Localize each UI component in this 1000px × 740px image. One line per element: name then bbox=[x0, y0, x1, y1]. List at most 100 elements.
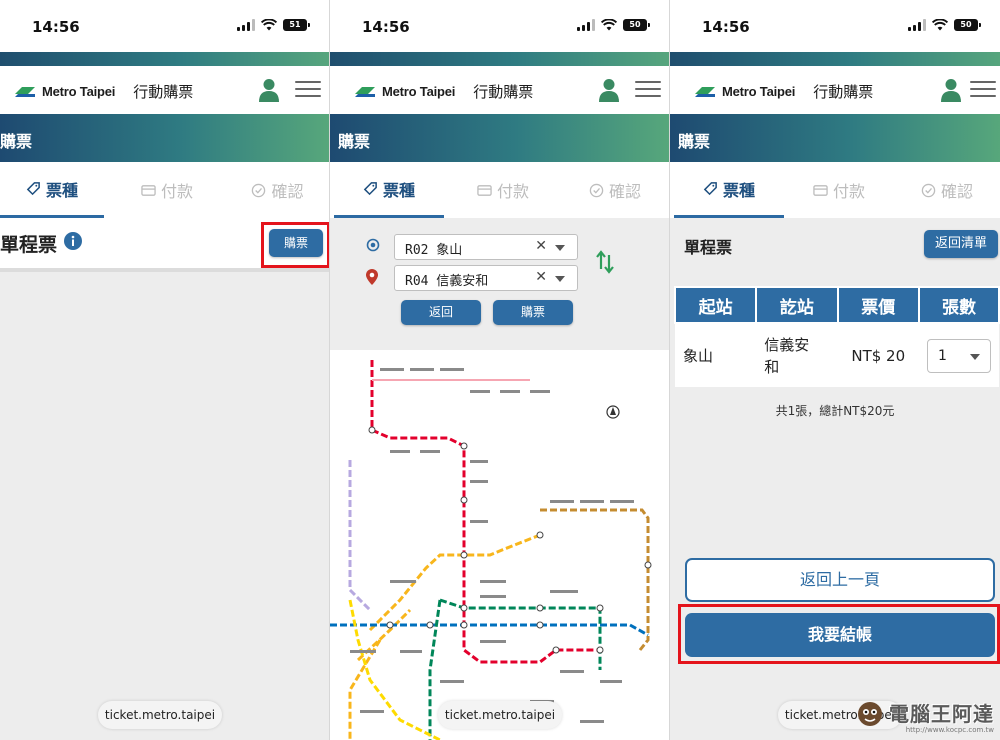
status-time: 14:56 bbox=[32, 18, 80, 36]
tab-payment-label: 付款 bbox=[832, 182, 865, 201]
tab-payment[interactable]: 付款 bbox=[448, 162, 558, 218]
chevron-down-icon[interactable] bbox=[969, 353, 980, 360]
accent-bar bbox=[330, 52, 669, 66]
hamburger-menu-icon[interactable] bbox=[295, 81, 321, 99]
watermark-url: http://www.kocpc.com.tw bbox=[905, 726, 994, 734]
metro-logo[interactable]: Metro Taipei 行動購票 bbox=[354, 81, 533, 102]
hamburger-menu-icon[interactable] bbox=[635, 81, 661, 99]
buy-button[interactable]: 購票 bbox=[493, 300, 573, 325]
origin-station-select[interactable]: R02 象山 ✕ bbox=[394, 234, 578, 260]
origin-station-value: R02 象山 bbox=[405, 243, 463, 258]
user-icon[interactable] bbox=[258, 78, 280, 102]
status-icons: 51 bbox=[237, 19, 310, 31]
accent-bar bbox=[670, 52, 1000, 66]
highlight-box bbox=[678, 604, 1000, 664]
metro-route-map[interactable] bbox=[330, 350, 669, 740]
tab-confirm-label: 確認 bbox=[940, 182, 973, 201]
metro-network-diagram bbox=[330, 360, 652, 740]
battery-icon: 50 bbox=[623, 19, 650, 31]
tab-ticket-type[interactable]: 票種 bbox=[334, 162, 444, 218]
metro-logo[interactable]: Metro Taipei 行動購票 bbox=[14, 81, 193, 102]
page-title: 購票 bbox=[678, 132, 711, 151]
app-name: 行動購票 bbox=[133, 83, 194, 101]
chevron-down-icon[interactable] bbox=[555, 245, 565, 251]
clear-origin-icon[interactable]: ✕ bbox=[535, 238, 547, 254]
divider bbox=[0, 268, 329, 272]
back-button[interactable]: 返回 bbox=[401, 300, 481, 325]
check-circle-icon bbox=[921, 183, 936, 197]
signal-icon bbox=[908, 19, 926, 31]
status-bar: 14:56 51 bbox=[0, 0, 329, 52]
origin-location-icon bbox=[366, 238, 380, 252]
tab-ticket-type[interactable]: 票種 bbox=[674, 162, 784, 218]
phone-screen-station-select: 14:56 50 Metro Taipei 行動購票 購票 票種 付款 確認 R… bbox=[330, 0, 670, 740]
navbar: Metro Taipei 行動購票 bbox=[670, 66, 1000, 114]
prev-page-button[interactable]: 返回上一頁 bbox=[685, 558, 995, 602]
phone-screen-ticket-confirm: 14:56 50 Metro Taipei 行動購票 購票 票種 付款 確認 單… bbox=[670, 0, 1000, 740]
page-title-band: 購票 bbox=[330, 114, 669, 162]
status-icons: 50 bbox=[577, 19, 650, 31]
tab-confirm[interactable]: 確認 bbox=[894, 162, 1000, 218]
battery-icon: 50 bbox=[954, 19, 981, 31]
logo-text: Metro Taipei bbox=[42, 84, 116, 99]
col-price: 票價 bbox=[836, 286, 920, 324]
screenshot-composite: 14:56 51 Metro Taipei 行動購票 購票 票種 付款 確認 單… bbox=[0, 0, 1000, 740]
wifi-icon bbox=[601, 19, 617, 31]
logo-text: Metro Taipei bbox=[382, 84, 456, 99]
cell-price: NT$ 20 bbox=[837, 323, 919, 387]
chevron-down-icon[interactable] bbox=[555, 276, 565, 282]
return-list-button[interactable]: 返回清單 bbox=[924, 230, 998, 258]
credit-card-icon bbox=[477, 184, 492, 196]
destination-station-value: R04 信義安和 bbox=[405, 274, 489, 289]
info-icon[interactable] bbox=[64, 232, 82, 250]
metro-logo[interactable]: Metro Taipei 行動購票 bbox=[694, 81, 873, 102]
user-icon[interactable] bbox=[598, 78, 620, 102]
accent-bar bbox=[0, 52, 329, 66]
logo-text: Metro Taipei bbox=[722, 84, 796, 99]
check-circle-icon bbox=[252, 183, 266, 197]
url-bar[interactable]: ticket.metro.taipei bbox=[98, 701, 222, 729]
destination-station-select[interactable]: R04 信義安和 ✕ bbox=[394, 265, 578, 291]
tab-ticket-type-label: 票種 bbox=[722, 180, 755, 200]
url-bar[interactable]: ticket.metro.taipei bbox=[438, 701, 562, 729]
hamburger-menu-icon[interactable] bbox=[970, 81, 996, 99]
ticket-label: 單程票 bbox=[0, 234, 58, 256]
signal-icon bbox=[577, 19, 595, 31]
destination-pin-icon bbox=[366, 269, 378, 285]
tab-confirm[interactable]: 確認 bbox=[560, 162, 669, 218]
ticket-label: 單程票 bbox=[684, 238, 733, 257]
cell-to: 信義安和 bbox=[756, 323, 838, 387]
tab-ticket-type[interactable]: 票種 bbox=[0, 162, 104, 218]
mascot-icon bbox=[858, 701, 882, 726]
quantity-value: 1 bbox=[937, 347, 947, 364]
clear-destination-icon[interactable]: ✕ bbox=[535, 269, 547, 285]
app-name: 行動購票 bbox=[813, 83, 874, 101]
step-tabs: 票種 付款 確認 bbox=[670, 162, 1000, 218]
credit-card-icon bbox=[813, 184, 828, 196]
tag-icon bbox=[26, 182, 40, 196]
status-icons: 50 bbox=[908, 19, 981, 31]
metro-logo-icon bbox=[695, 86, 715, 97]
content-area bbox=[0, 218, 329, 740]
cell-from: 象山 bbox=[675, 323, 757, 387]
col-from: 起站 bbox=[673, 286, 758, 324]
tab-confirm[interactable]: 確認 bbox=[225, 162, 329, 218]
highlight-box bbox=[261, 222, 329, 268]
tab-payment-label: 付款 bbox=[496, 182, 529, 201]
step-tabs: 票種 付款 確認 bbox=[330, 162, 669, 218]
navbar: Metro Taipei 行動購票 bbox=[0, 66, 329, 114]
battery-icon: 51 bbox=[283, 19, 310, 31]
table-row: 象山 信義安和 NT$ 20 1 bbox=[675, 323, 999, 387]
tab-payment[interactable]: 付款 bbox=[784, 162, 894, 218]
step-tabs: 票種 付款 確認 bbox=[0, 162, 329, 218]
tag-icon bbox=[363, 182, 377, 196]
page-title: 購票 bbox=[338, 132, 371, 151]
user-icon[interactable] bbox=[940, 78, 962, 102]
ticket-row-single: 單程票 購票 bbox=[0, 218, 329, 268]
tab-payment[interactable]: 付款 bbox=[112, 162, 222, 218]
ticket-table: 起站 訖站 票價 張數 象山 信義安和 NT$ 20 1 bbox=[673, 286, 1000, 387]
wifi-icon bbox=[932, 19, 948, 31]
signal-icon bbox=[237, 19, 255, 31]
quantity-select[interactable]: 1 bbox=[926, 338, 991, 373]
swap-stations-icon[interactable] bbox=[596, 250, 614, 274]
